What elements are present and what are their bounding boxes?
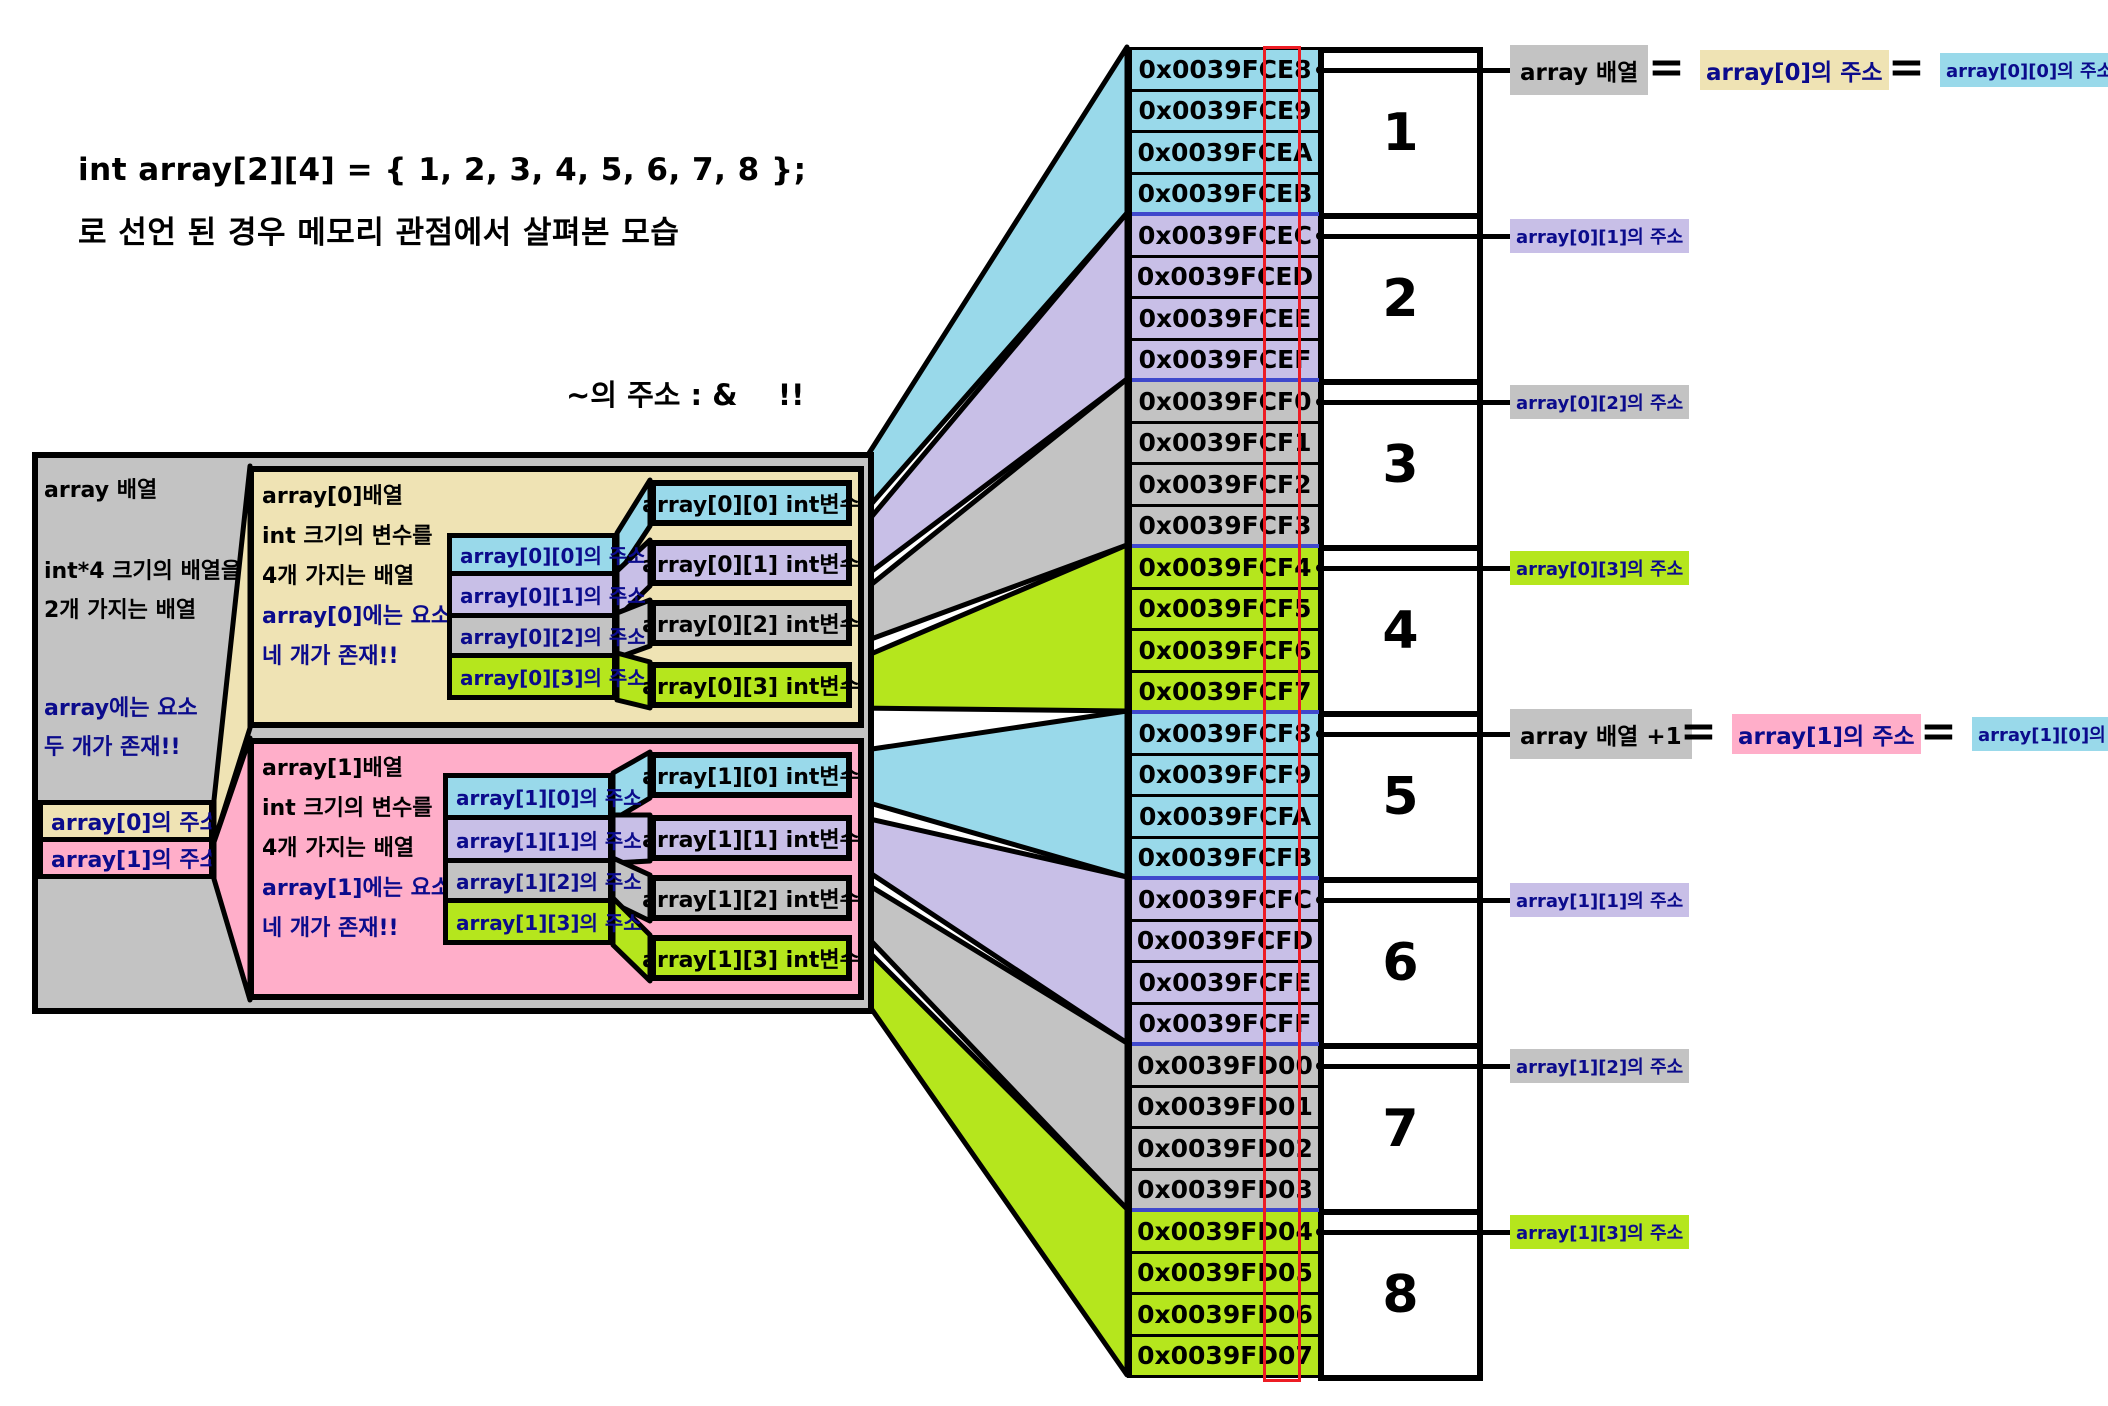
memory-value-box: 4 [1318,545,1483,717]
memory-value: 5 [1382,767,1419,827]
pointer-line [1320,565,1510,571]
equals-sign: = [1888,41,1925,93]
address-annotation-label: array[0][0]의 주소 [1940,52,2108,87]
memory-value-box: 1 [1318,47,1483,219]
memory-value: 3 [1382,435,1419,495]
address-annotation-label: array[0][1]의 주소 [1510,218,1690,253]
int-variable-label: array[1][3] int변수 [642,948,860,973]
element-address-label: array[1][2]의 주소 [456,870,642,894]
array-panel-desc-2: 2개 가지는 배열 [44,598,197,623]
memory-value-box: 8 [1318,1209,1483,1381]
equals-sign: = [1680,705,1717,757]
element-address-label: array[0][1]의 주소 [460,584,646,608]
array-panel-note-1: array에는 요소 [44,696,198,721]
pointer-line [1320,233,1510,239]
element-address-box: array[1][2]의 주소 [443,858,642,903]
element-address-box: array[0][2]의 주소 [447,613,646,658]
diagram-caption: 로 선언 된 경우 메모리 관점에서 살펴본 모습 [78,215,680,251]
address-annotation-label: array[0][2]의 주소 [1510,384,1690,419]
element-address-box: array[0][0]의 주소 [447,533,646,576]
element-address-box: array[1][3]의 주소 [443,898,642,945]
int-variable-box: array[0][0] int변수 [642,480,860,526]
address-annotation-label: array[1]의 주소 [1732,713,1921,754]
array-panel-desc-1: int*4 크기의 배열을 [44,559,242,584]
subarray1-label: array[1]배열 [262,756,403,781]
subarray0-label: array[0]배열 [262,484,403,509]
pointer-line [1320,1229,1510,1235]
array-panel-note-2: 두 개가 존재!! [44,735,181,760]
address-annotation-label: array[1][3]의 주소 [1510,1214,1690,1249]
int-variable-box: array[1][2] int변수 [642,875,860,921]
int-variable-box: array[1][0] int변수 [642,752,860,798]
array1-address-box: array[1]의 주소 [38,837,220,879]
subarray0-note-1: array[0]에는 요소 [262,604,452,629]
equals-sign: = [1648,41,1685,93]
memory-value-box: 7 [1318,1043,1483,1215]
memory-value: 1 [1382,103,1419,163]
element-address-label: array[0][2]의 주소 [460,625,646,649]
int-variable-label: array[0][0] int변수 [642,493,860,518]
array-panel-label: array 배열 [44,478,158,503]
int-variable-label: array[0][3] int변수 [642,675,860,700]
pointer-line [1320,897,1510,903]
int-variable-label: array[1][1] int변수 [642,828,860,853]
int-variable-box: array[0][2] int변수 [642,600,860,646]
memory-value: 2 [1382,269,1419,329]
pointer-line [1320,731,1510,737]
element-address-label: array[1][3]의 주소 [456,911,642,935]
array1-address-label: array[1]의 주소 [51,848,220,873]
memory-value: 6 [1382,933,1419,993]
address-annotation-label: array 배열 +1 [1510,708,1692,759]
pointer-line [1320,1063,1510,1069]
subarray1-note-1: array[1]에는 요소 [262,876,452,901]
int-variable-box: array[1][3] int변수 [642,935,860,981]
subarray1-desc-1: int 크기의 변수를 [262,796,433,821]
subarray0-desc-2: 4개 가지는 배열 [262,564,415,589]
subarray1-note-2: 네 개가 존재!! [262,916,399,941]
element-address-label: array[1][1]의 주소 [456,828,642,853]
element-address-box: array[0][3]의 주소 [447,653,646,700]
int-variable-box: array[1][1] int변수 [642,815,860,861]
memory-value: 8 [1382,1265,1419,1325]
int-variable-label: array[0][2] int변수 [642,613,860,638]
element-address-box: array[0][1]의 주소 [447,571,646,618]
memory-value-box: 3 [1318,379,1483,551]
element-address-label: array[1][0]의 주소 [456,786,642,810]
byte-highlight-frame [1263,46,1301,1382]
subarray0-desc-1: int 크기의 변수를 [262,524,433,549]
equals-sign: = [1920,705,1957,757]
array0-address-label: array[0]의 주소 [51,811,220,836]
address-operator-note: ~의 주소 : & !! [566,378,805,412]
memory-value-box: 5 [1318,711,1483,883]
int-variable-label: array[1][0] int변수 [642,765,860,790]
address-annotation-label: array[0]의 주소 [1700,49,1889,90]
element-address-label: array[0][3]의 주소 [460,666,646,690]
address-annotation-label: array[0][3]의 주소 [1510,550,1690,585]
element-address-label: array[0][0]의 주소 [460,544,646,568]
int-variable-box: array[0][1] int변수 [642,540,860,586]
subarray0-note-2: 네 개가 존재!! [262,644,399,669]
address-annotation-label: array[1][2]의 주소 [1510,1048,1690,1083]
declaration-code: int array[2][4] = { 1, 2, 3, 4, 5, 6, 7,… [78,152,807,188]
address-annotation-label: array[1][0]의 주소 [1972,716,2108,751]
memory-value: 7 [1382,1099,1419,1159]
array0-address-box: array[0]의 주소 [38,800,220,842]
int-variable-label: array[0][1] int변수 [642,553,860,578]
address-annotation-label: array[1][1]의 주소 [1510,882,1690,917]
pointer-line [1320,67,1510,73]
element-address-box: array[1][0]의 주소 [443,773,642,820]
int-variable-box: array[0][3] int변수 [642,662,860,708]
memory-value-box: 6 [1318,877,1483,1049]
element-address-box: array[1][1]의 주소 [443,815,642,863]
pointer-line [1320,399,1510,405]
memory-value-box: 2 [1318,213,1483,385]
subarray1-desc-2: 4개 가지는 배열 [262,836,415,861]
address-annotation-label: array 배열 [1510,44,1649,95]
memory-value: 4 [1382,601,1419,661]
int-variable-label: array[1][2] int변수 [642,888,860,913]
